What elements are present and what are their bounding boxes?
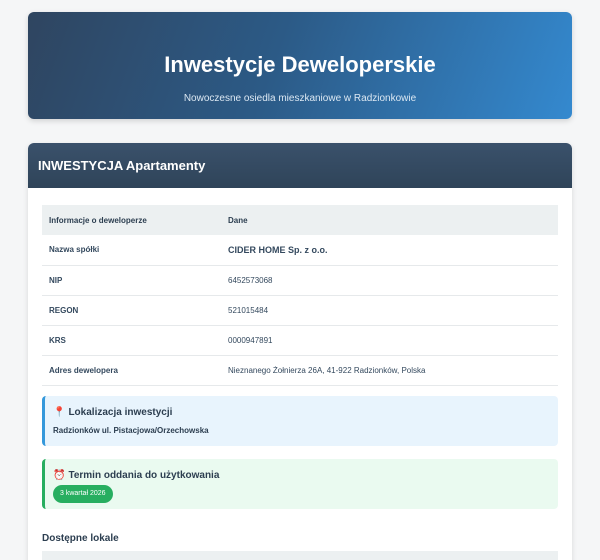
- pin-icon: 📍: [53, 407, 66, 418]
- row-label: Adres dewelopera: [42, 355, 221, 386]
- investment-title: INWESTYCJA Apartamenty: [28, 143, 572, 188]
- table-row: Nazwa spółki CIDER HOME Sp. z o.o.: [42, 235, 558, 266]
- nip-value: 6452573068: [221, 265, 558, 296]
- table-row: Adres dewelopera Nieznanego Żołnierza 26…: [42, 355, 558, 386]
- table-header-row: Informacje o deweloperze Dane: [42, 205, 558, 235]
- page-title: Inwestycje Deweloperskie: [164, 52, 436, 77]
- address-value: Nieznanego Żołnierza 26A, 41-922 Radzion…: [221, 355, 558, 386]
- completion-box: ⏰ Termin oddania do użytkowania 3 kwartał…: [42, 459, 558, 509]
- developer-table: Informacje o deweloperze Dane Nazwa spół…: [42, 205, 558, 386]
- location-title: 📍 Lokalizacja inwestycji: [53, 407, 173, 418]
- page-subtitle: Nowoczesne osiedla mieszkaniowe w Radzio…: [183, 93, 417, 104]
- column-header: Dane: [221, 205, 558, 235]
- completion-title: ⏰ Termin oddania do użytkowania: [53, 470, 220, 481]
- completion-badge: 3 kwartał 2026: [53, 485, 113, 503]
- row-label: KRS: [42, 325, 221, 356]
- krs-value: 0000947891: [221, 325, 558, 356]
- alarm-clock-icon: ⏰: [53, 470, 66, 481]
- table-row: REGON 521015484: [42, 295, 558, 326]
- hero-banner: Inwestycje Deweloperskie Nowoczesne osie…: [28, 12, 572, 119]
- row-label: NIP: [42, 265, 221, 296]
- regon-value: 521015484: [221, 295, 558, 326]
- company-name-value: CIDER HOME Sp. z o.o.: [221, 235, 558, 266]
- column-header: Informacje o deweloperze: [42, 205, 221, 235]
- location-value: Radzionków ul. Pistacjowa/Orzechowska: [53, 426, 209, 435]
- units-table-header: [42, 551, 558, 560]
- row-label: REGON: [42, 295, 221, 326]
- row-label: Nazwa spółki: [42, 235, 221, 266]
- table-row: NIP 6452573068: [42, 265, 558, 296]
- investment-card: INWESTYCJA Apartamenty Informacje o dewe…: [28, 143, 572, 560]
- table-row: KRS 0000947891: [42, 325, 558, 356]
- units-section-title: Dostępne lokale: [42, 533, 119, 544]
- location-box: 📍 Lokalizacja inwestycji Radzionków ul. P…: [42, 396, 558, 446]
